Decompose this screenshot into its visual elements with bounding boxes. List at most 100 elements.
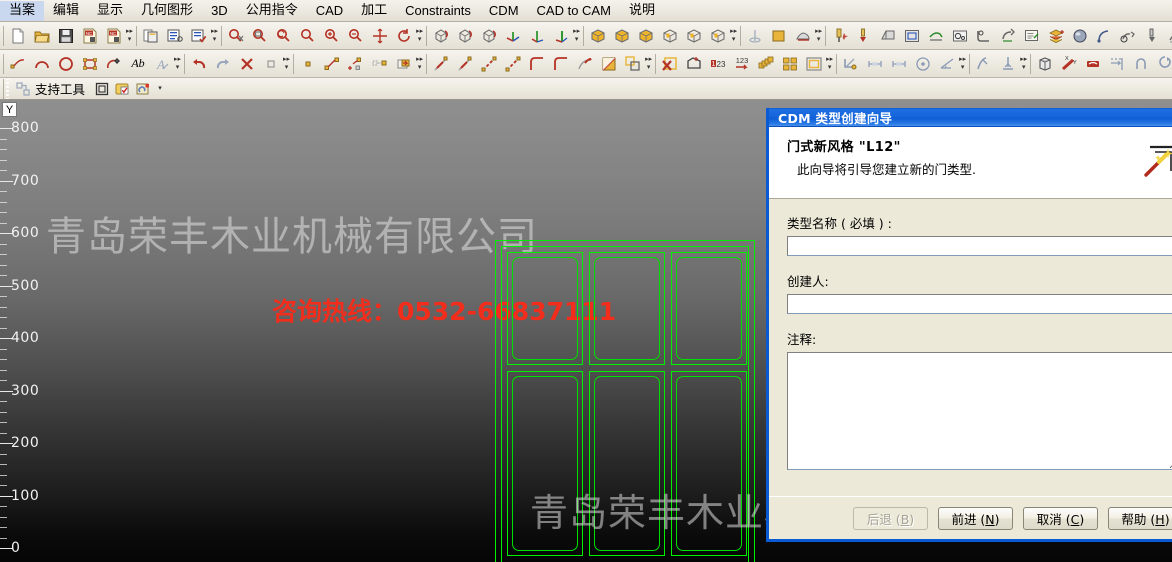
toolbar-overflow-button[interactable]: ▸▸ ▾ [573,24,580,48]
dim-horizontal2-icon[interactable] [887,52,911,76]
toolbar-overflow-button[interactable]: ▸▸ ▾ [730,24,737,48]
zoom-in-icon[interactable] [320,24,344,48]
refresh-icon[interactable] [392,24,416,48]
axis-red-icon[interactable] [525,24,549,48]
dim-circle-icon[interactable] [911,52,935,76]
door-panel[interactable] [589,252,665,365]
zoom-cut-icon[interactable] [224,24,248,48]
toolbar-grip[interactable] [136,25,138,46]
toolbar-grip[interactable] [3,53,4,74]
toolbar-grip[interactable] [825,25,827,46]
door-panel-drawing[interactable] [495,240,755,562]
toolbar-grip[interactable] [836,53,838,74]
dim-angle-icon[interactable] [935,52,959,76]
redo-icon[interactable] [211,52,235,76]
number-123-icon[interactable]: 1 23 [706,52,730,76]
rect-nodes-icon[interactable] [78,52,102,76]
support-tool-icon[interactable] [12,78,33,99]
toolbar-grip[interactable] [221,25,223,46]
toolbar-grip[interactable] [184,53,186,74]
number-arrow-icon[interactable]: 123 [730,52,754,76]
zoom-out-icon[interactable] [344,24,368,48]
list-view-icon[interactable] [163,24,187,48]
arc-icon[interactable] [30,52,54,76]
toolbar-overflow-button[interactable]: ▸▸ ▾ [645,52,652,76]
render-cube5-icon[interactable] [682,24,706,48]
delete-geom-icon[interactable] [658,52,682,76]
comment-field[interactable] [787,352,1172,470]
rotate-tool-icon[interactable] [996,24,1020,48]
menu-item-11[interactable]: 说明 [620,1,664,21]
rotate-point-icon[interactable] [102,52,126,76]
toolbar-overflow-button[interactable]: ▸▸ ▾ [416,52,423,76]
toolbar-overflow-button[interactable]: ▾ [154,77,166,101]
arc-trim-icon[interactable] [573,52,597,76]
toolbar-grip[interactable] [583,25,585,46]
menu-item-2[interactable]: 显示 [88,1,132,21]
toolbar-grip[interactable] [655,53,657,74]
line-point-icon[interactable] [320,52,344,76]
menu-item-4[interactable]: 3D [202,1,237,21]
toolbar-overflow-button[interactable]: ▸▸ ▾ [126,24,133,48]
toolbar-grip[interactable] [740,25,742,46]
toolbar-grip[interactable] [1030,53,1032,74]
extend-icon[interactable] [477,52,501,76]
undo-icon[interactable] [187,52,211,76]
render-cube1-icon[interactable] [586,24,610,48]
render-cube6-icon[interactable] [706,24,730,48]
door-panel[interactable] [671,252,747,365]
layers-icon[interactable] [1044,24,1068,48]
menu-item-1[interactable]: 编辑 [44,1,88,21]
view-box-icon[interactable] [477,24,501,48]
list-check-icon[interactable] [187,24,211,48]
frame-icon[interactable] [900,24,924,48]
axis-green-icon[interactable] [501,24,525,48]
save-disk-icon[interactable] [54,24,78,48]
toolbar-grip[interactable] [426,53,428,74]
trim-icon[interactable] [429,52,453,76]
constraint1-icon[interactable] [972,52,996,76]
diagonal-icon[interactable] [597,52,621,76]
node-icon[interactable] [6,52,30,76]
sphere-icon[interactable] [1068,24,1092,48]
creator-field[interactable] [787,294,1172,314]
cancel-button[interactable]: 取消 (C) [1023,506,1098,530]
snap-icon[interactable] [839,52,863,76]
square-small-icon[interactable] [259,52,283,76]
toolbar-overflow-button[interactable]: ▸▸ ▾ [283,52,290,76]
delete-x-icon[interactable] [235,52,259,76]
toolbar-grip[interactable] [969,53,971,74]
axis-green2-icon[interactable] [549,24,573,48]
solid-icon[interactable] [1033,52,1057,76]
type-name-field[interactable] [787,236,1172,256]
curve-tool-icon[interactable] [1092,24,1116,48]
menu-item-5[interactable]: 公用指令 [237,1,307,21]
toolbar-grip[interactable] [293,53,295,74]
drill-down-icon[interactable] [852,24,876,48]
drill-tool-icon[interactable] [828,24,852,48]
render-cube3-icon[interactable] [634,24,658,48]
copy-point-icon[interactable] [368,52,392,76]
nest-icon[interactable] [621,52,645,76]
help-button[interactable]: 帮助 (H) [1108,506,1172,530]
move-rect-icon[interactable] [392,52,416,76]
open-folder-icon[interactable] [30,24,54,48]
toolbar-overflow-button[interactable]: ▸▸ ▾ [416,24,423,48]
array-icon[interactable] [754,52,778,76]
render-cube4-icon[interactable] [658,24,682,48]
toolbar-grip[interactable] [426,25,428,46]
menu-item-10[interactable]: CAD to CAM [528,1,620,21]
edit-note-icon[interactable] [1020,24,1044,48]
dialog-title-bar[interactable]: CDM 类型创建向导 [769,108,1172,127]
pan-icon[interactable] [368,24,392,48]
trim2-icon[interactable] [453,52,477,76]
fill-square-icon[interactable] [767,24,791,48]
menu-item-3[interactable]: 几何图形 [132,1,202,21]
tool-down-icon[interactable] [1140,24,1164,48]
toolbar-grip[interactable] [3,78,10,99]
circle-pocket-icon[interactable] [948,24,972,48]
tool-path-icon[interactable] [1164,24,1172,48]
toolbar-overflow-button[interactable]: ▸▸ ▾ [174,52,181,76]
toolbar-overflow-button[interactable]: ▸▸ ▾ [211,24,218,48]
toolbar-overflow-button[interactable]: ▸▸ ▾ [1020,52,1027,76]
